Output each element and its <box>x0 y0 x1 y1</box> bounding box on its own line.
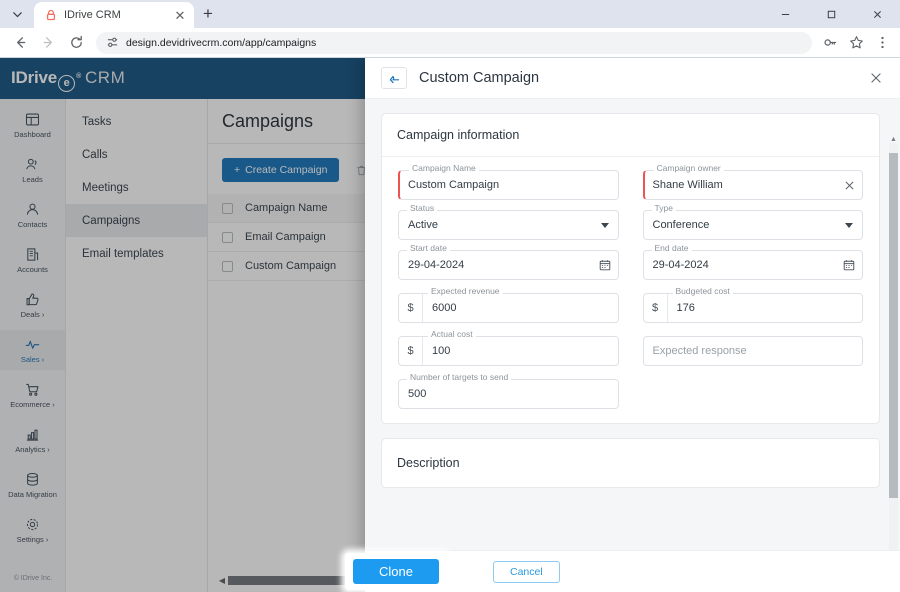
tab-close-icon[interactable]: ✕ <box>172 7 188 23</box>
browser-tabstrip: IDrive CRM ✕ + <box>0 0 900 28</box>
tab-search-icon[interactable] <box>0 0 34 28</box>
calendar-icon[interactable] <box>836 259 862 271</box>
tab-title: IDrive CRM <box>64 9 121 21</box>
back-arrow-icon[interactable] <box>6 29 34 57</box>
number-of-targets-value: 500 <box>408 388 427 400</box>
address-bar-url: design.devidrivecrm.com/app/campaigns <box>126 36 317 49</box>
budgeted-cost-value: 176 <box>676 302 695 314</box>
status-value: Active <box>408 219 438 231</box>
start-date-field[interactable]: 29-04-2024 Start date <box>398 244 619 280</box>
modal-body: Campaign information Custom Campaign Cam… <box>365 99 900 592</box>
campaign-name-label: Campaign Name <box>409 164 479 173</box>
browser-tab[interactable]: IDrive CRM ✕ <box>34 2 194 28</box>
window-minimize-button[interactable] <box>762 0 808 28</box>
campaign-owner-field[interactable]: Shane William Campaign owner <box>642 164 863 200</box>
window-controls <box>762 0 900 28</box>
new-tab-button[interactable]: + <box>194 0 222 28</box>
page-viewport: IDrive e ® CRM Dashboard Leads Contacts … <box>0 58 900 592</box>
modal-scrollbar[interactable] <box>889 143 898 552</box>
budgeted-cost-field[interactable]: $ 176 Budgeted cost <box>642 287 863 323</box>
calendar-icon[interactable] <box>592 259 618 271</box>
actual-cost-value: 100 <box>432 345 451 357</box>
end-date-field[interactable]: 29-04-2024 End date <box>642 244 863 280</box>
expected-response-placeholder: Expected response <box>652 345 747 357</box>
expected-response-field[interactable]: Expected response <box>642 336 863 366</box>
campaign-information-card: Campaign information Custom Campaign Cam… <box>381 113 880 424</box>
start-date-label: Start date <box>407 244 450 253</box>
window-close-button[interactable] <box>854 0 900 28</box>
description-card: Description <box>381 438 880 488</box>
budgeted-cost-label: Budgeted cost <box>672 287 733 296</box>
type-select[interactable]: Conference Type <box>642 204 863 240</box>
clear-x-icon[interactable] <box>836 180 862 191</box>
expected-revenue-value: 6000 <box>432 302 457 314</box>
campaign-information-fields: Custom Campaign Campaign Name Shane Will… <box>382 157 879 423</box>
password-key-icon[interactable] <box>818 31 842 55</box>
expected-revenue-field[interactable]: $ 6000 Expected revenue <box>398 287 619 323</box>
actual-cost-field[interactable]: $ 100 Actual cost <box>398 330 619 366</box>
bookmark-star-icon[interactable] <box>844 31 868 55</box>
chevron-down-icon[interactable] <box>592 222 618 228</box>
campaign-owner-value: Shane William <box>652 179 723 191</box>
number-of-targets-label: Number of targets to send <box>407 373 512 382</box>
actual-cost-label: Actual cost <box>428 330 476 339</box>
browser-window: IDrive CRM ✕ + design.devidrivecrm.com/a… <box>0 0 900 592</box>
window-maximize-button[interactable] <box>808 0 854 28</box>
type-value: Conference <box>652 219 710 231</box>
forward-arrow-icon[interactable] <box>34 29 62 57</box>
number-of-targets-field[interactable]: 500 Number of targets to send <box>398 373 619 409</box>
modal-title: Custom Campaign <box>419 70 540 86</box>
campaign-name-field[interactable]: Custom Campaign Campaign Name <box>398 164 619 200</box>
chrome-menu-icon[interactable] <box>870 31 894 55</box>
status-select[interactable]: Active Status <box>398 204 619 240</box>
back-arrow-icon[interactable] <box>381 67 407 89</box>
clone-button[interactable]: Clone <box>353 559 439 584</box>
address-bar[interactable]: design.devidrivecrm.com/app/campaigns <box>96 31 812 54</box>
type-label: Type <box>651 204 676 213</box>
toolbar-actions <box>818 31 894 55</box>
chevron-down-icon[interactable] <box>836 222 862 228</box>
site-settings-icon[interactable] <box>105 36 119 50</box>
currency-symbol: $ <box>399 294 423 322</box>
expected-revenue-label: Expected revenue <box>428 287 503 296</box>
currency-symbol: $ <box>399 337 423 365</box>
modal-scroll-thumb[interactable] <box>889 153 898 498</box>
close-icon[interactable] <box>866 68 886 88</box>
description-title: Description <box>397 456 460 470</box>
campaign-name-value: Custom Campaign <box>408 179 500 191</box>
lock-icon <box>44 9 57 22</box>
end-date-value: 29-04-2024 <box>652 259 709 271</box>
custom-campaign-modal: Custom Campaign Campaign information Cus… <box>365 58 900 592</box>
currency-symbol: $ <box>644 294 668 322</box>
browser-toolbar: design.devidrivecrm.com/app/campaigns <box>0 28 900 58</box>
modal-header: Custom Campaign <box>365 58 900 99</box>
campaign-owner-label: Campaign owner <box>653 164 724 173</box>
reload-icon[interactable] <box>62 29 90 57</box>
start-date-value: 29-04-2024 <box>408 259 465 271</box>
campaign-information-title: Campaign information <box>382 114 879 157</box>
status-label: Status <box>407 204 438 213</box>
end-date-label: End date <box>651 244 692 253</box>
clone-button-highlight: Clone <box>345 553 447 590</box>
cancel-button[interactable]: Cancel <box>493 560 560 583</box>
